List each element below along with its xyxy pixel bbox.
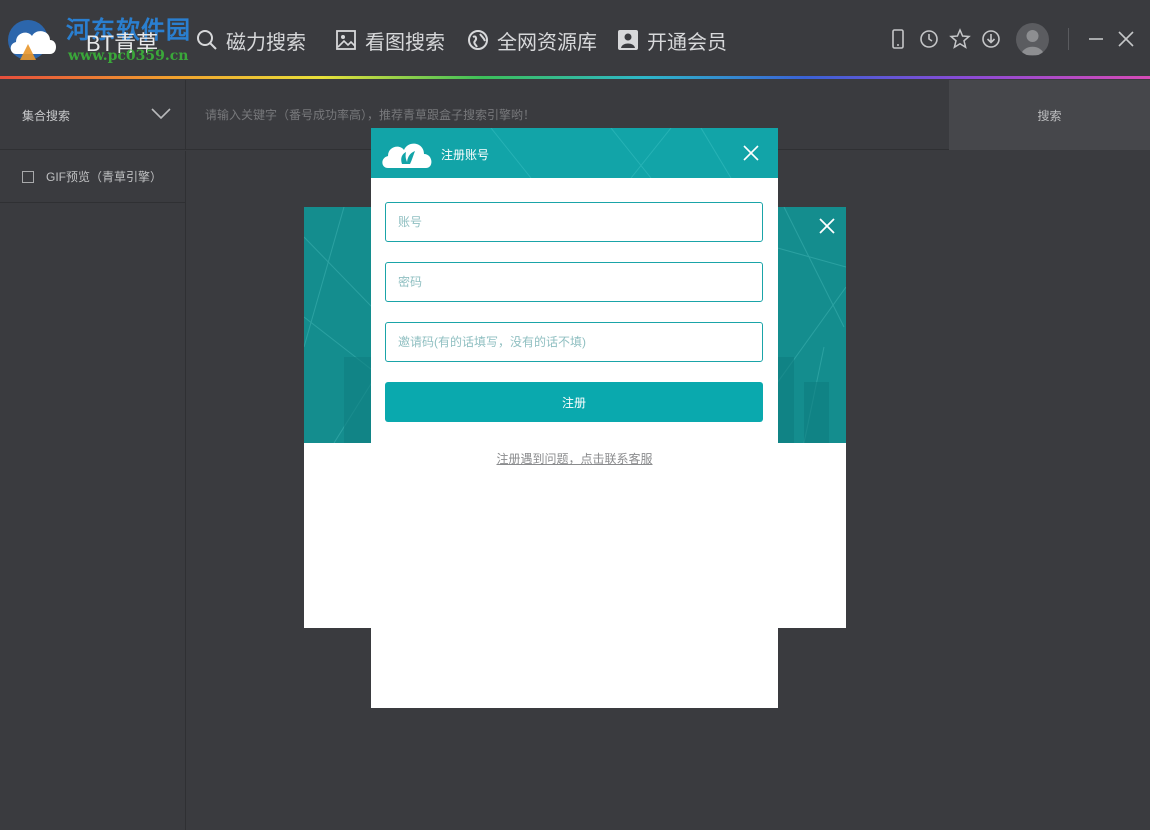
close-icon[interactable] bbox=[1115, 28, 1137, 50]
search-button[interactable]: 搜索 bbox=[949, 80, 1150, 150]
minimize-icon[interactable] bbox=[1085, 28, 1107, 50]
sidebar: GIF预览（青草引擎） bbox=[0, 151, 186, 830]
star-icon[interactable] bbox=[949, 28, 971, 50]
nav-label: 磁力搜索 bbox=[226, 31, 306, 54]
register-button[interactable]: 注册 bbox=[385, 382, 763, 422]
close-icon[interactable] bbox=[742, 144, 760, 162]
phone-icon[interactable] bbox=[887, 28, 909, 50]
globe-icon bbox=[468, 30, 488, 50]
gif-preview-checkbox[interactable] bbox=[22, 170, 34, 183]
close-icon[interactable] bbox=[818, 217, 836, 235]
account-field[interactable] bbox=[385, 202, 763, 242]
register-button-label: 注册 bbox=[561, 395, 586, 410]
download-icon[interactable] bbox=[980, 28, 1002, 50]
cloud-logo-icon bbox=[382, 143, 432, 168]
nav-label: 看图搜索 bbox=[365, 31, 445, 54]
register-dialog-header: 注册账号 bbox=[371, 128, 778, 178]
register-dialog: 注册账号 注册 注册遇到问题，点击联系客服 bbox=[371, 128, 778, 708]
gif-preview-option[interactable]: GIF预览（青草引擎） bbox=[0, 151, 185, 203]
invite-code-field[interactable] bbox=[385, 322, 763, 362]
image-icon bbox=[336, 30, 356, 50]
chevron-down-icon bbox=[151, 108, 171, 120]
search-icon bbox=[197, 30, 217, 50]
password-field[interactable] bbox=[385, 262, 763, 302]
avatar[interactable] bbox=[1016, 23, 1049, 56]
nav-image-search[interactable]: 看图搜索 bbox=[335, 26, 445, 54]
watermark-url: www.pc0359.cn bbox=[68, 48, 189, 64]
divider bbox=[1068, 28, 1069, 50]
contact-support-link[interactable]: 注册遇到问题，点击联系客服 bbox=[371, 450, 778, 467]
user-icon bbox=[1021, 30, 1044, 55]
rainbow-divider bbox=[0, 76, 1150, 79]
gif-preview-label: GIF预览（青草引擎） bbox=[46, 170, 162, 184]
nav-magnet-search[interactable]: 磁力搜索 bbox=[196, 26, 306, 54]
history-icon[interactable] bbox=[918, 28, 940, 50]
nav-resource-library[interactable]: 全网资源库 bbox=[467, 26, 597, 54]
member-icon bbox=[618, 30, 638, 50]
engine-dropdown[interactable]: 集合搜索 bbox=[0, 80, 186, 150]
nav-open-membership[interactable]: 开通会员 bbox=[617, 26, 727, 54]
nav-label: 开通会员 bbox=[647, 31, 727, 54]
title-bar: 河东软件园 BT青草 www.pc0359.cn 磁力搜索 看图搜索 全网资源库… bbox=[0, 0, 1150, 78]
register-title: 注册账号 bbox=[441, 148, 490, 162]
search-button-label: 搜索 bbox=[1037, 108, 1062, 123]
nav-label: 全网资源库 bbox=[497, 31, 597, 54]
engine-label: 集合搜索 bbox=[22, 108, 71, 123]
